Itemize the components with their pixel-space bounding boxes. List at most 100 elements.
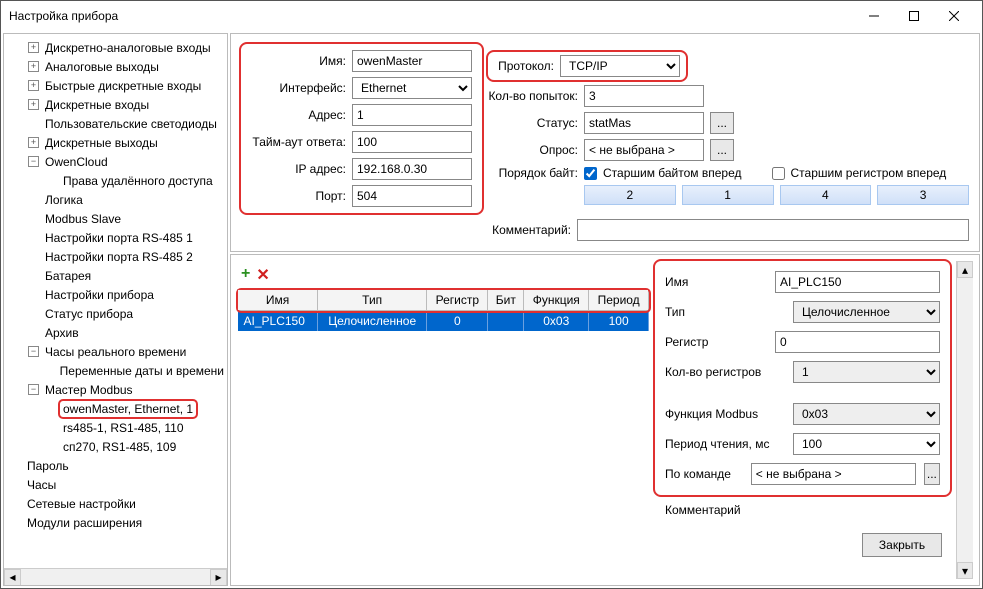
th-period[interactable]: Период bbox=[589, 290, 649, 311]
tree-item-label: Часы bbox=[24, 477, 59, 493]
tree-item[interactable]: Архив bbox=[4, 323, 227, 342]
th-name[interactable]: Имя bbox=[238, 290, 318, 311]
tree-item[interactable]: −Часы реального времени bbox=[4, 342, 227, 361]
tree-item-label: Пользовательские светодиоды bbox=[42, 116, 220, 132]
msr-checkbox[interactable] bbox=[772, 167, 785, 180]
tree-item[interactable]: +Дискретные выходы bbox=[4, 133, 227, 152]
collapse-icon[interactable]: − bbox=[28, 346, 39, 357]
expand-icon[interactable]: + bbox=[28, 42, 39, 53]
registers-table[interactable]: Имя Тип Регистр Бит Функция Период AI_PL… bbox=[237, 289, 649, 331]
d-regcnt-select[interactable]: 1 bbox=[793, 361, 940, 383]
tree-item-label: Аналоговые выходы bbox=[42, 59, 162, 75]
d-period-select[interactable]: 100 bbox=[793, 433, 940, 455]
scroll-right-icon[interactable]: ▸ bbox=[210, 569, 227, 586]
d-reg-input[interactable] bbox=[775, 331, 940, 353]
tree-item[interactable]: Статус прибора bbox=[4, 304, 227, 323]
window-title: Настройка прибора bbox=[9, 9, 854, 23]
tree-item-label: Модули расширения bbox=[24, 515, 145, 531]
tree-item[interactable]: −OwenCloud bbox=[4, 152, 227, 171]
ip-input[interactable] bbox=[352, 158, 472, 180]
tree-item[interactable]: Пользовательские светодиоды bbox=[4, 114, 227, 133]
timeout-input[interactable] bbox=[352, 131, 472, 153]
collapse-icon[interactable]: − bbox=[28, 384, 39, 395]
th-func[interactable]: Функция bbox=[524, 290, 589, 311]
tree-item[interactable]: Переменные даты и времени bbox=[4, 361, 227, 380]
d-cmd-input[interactable] bbox=[751, 463, 916, 485]
d-cmd-browse-button[interactable]: ... bbox=[924, 463, 940, 485]
th-bit[interactable]: Бит bbox=[488, 290, 524, 311]
register-detail-form: Имя ТипЦелочисленное Регистр Кол-во реги… bbox=[655, 261, 950, 495]
comment-input[interactable] bbox=[577, 219, 969, 241]
name-label: Имя: bbox=[251, 54, 346, 68]
tree-item-label: Сетевые настройки bbox=[24, 496, 139, 512]
status-browse-button[interactable]: ... bbox=[710, 112, 734, 134]
byte-seg-4[interactable]: 4 bbox=[780, 185, 872, 205]
tree-item[interactable]: сп270, RS1-485, 109 bbox=[4, 437, 227, 456]
tree-item[interactable]: Модули расширения bbox=[4, 513, 227, 532]
tree-item-label: Настройки порта RS-485 2 bbox=[42, 249, 196, 265]
tree-item[interactable]: Настройки прибора bbox=[4, 285, 227, 304]
table-row[interactable]: AI_PLC150 Целочисленное 0 0x03 100 bbox=[238, 311, 649, 332]
tree-item-label: Дискретные входы bbox=[42, 97, 152, 113]
tree-item[interactable]: +Дискретные входы bbox=[4, 95, 227, 114]
th-reg[interactable]: Регистр bbox=[427, 290, 488, 311]
collapse-icon[interactable]: − bbox=[28, 156, 39, 167]
tree-item[interactable]: −Мастер Modbus bbox=[4, 380, 227, 399]
maximize-button[interactable] bbox=[894, 1, 934, 31]
poll-label: Опрос: bbox=[488, 143, 578, 157]
tree-item[interactable]: Modbus Slave bbox=[4, 209, 227, 228]
expand-icon[interactable]: + bbox=[28, 137, 39, 148]
tree-item[interactable]: Настройки порта RS-485 2 bbox=[4, 247, 227, 266]
minimize-button[interactable] bbox=[854, 1, 894, 31]
tree-item-label: Пароль bbox=[24, 458, 72, 474]
expand-icon[interactable]: + bbox=[28, 61, 39, 72]
close-button[interactable]: Закрыть bbox=[862, 533, 942, 557]
add-row-icon[interactable]: + bbox=[241, 265, 250, 285]
tree-item[interactable]: +Быстрые дискретные входы bbox=[4, 76, 227, 95]
delete-row-icon[interactable]: ✕ bbox=[256, 265, 269, 285]
tree-item[interactable]: Пароль bbox=[4, 456, 227, 475]
address-input[interactable] bbox=[352, 104, 472, 126]
tree-h-scrollbar[interactable]: ◂ ▸ bbox=[4, 568, 227, 585]
retry-label: Кол-во попыток: bbox=[488, 89, 578, 103]
tree-item[interactable]: Настройки порта RS-485 1 bbox=[4, 228, 227, 247]
tree-item[interactable]: Батарея bbox=[4, 266, 227, 285]
expand-icon[interactable]: + bbox=[28, 99, 39, 110]
tree-item[interactable]: Сетевые настройки bbox=[4, 494, 227, 513]
tree-item[interactable]: rs485-1, RS1-485, 110 bbox=[4, 418, 227, 437]
scroll-up-icon[interactable]: ▴ bbox=[957, 261, 973, 278]
d-func-select[interactable]: 0x03 bbox=[793, 403, 940, 425]
close-window-button[interactable] bbox=[934, 1, 974, 31]
scroll-left-icon[interactable]: ◂ bbox=[4, 569, 21, 586]
status-label: Статус: bbox=[488, 116, 578, 130]
th-type[interactable]: Тип bbox=[318, 290, 427, 311]
expand-icon[interactable]: + bbox=[28, 80, 39, 91]
msb-checkbox[interactable] bbox=[584, 167, 597, 180]
tree-item[interactable]: Логика bbox=[4, 190, 227, 209]
detail-v-scrollbar[interactable]: ▴ ▾ bbox=[956, 261, 973, 579]
tree-item[interactable]: Часы bbox=[4, 475, 227, 494]
d-regcnt-label: Кол-во регистров bbox=[665, 365, 785, 379]
name-input[interactable] bbox=[352, 50, 472, 72]
scroll-down-icon[interactable]: ▾ bbox=[957, 562, 973, 579]
tree-item[interactable]: +Дискретно-аналоговые входы bbox=[4, 38, 227, 57]
byte-seg-3[interactable]: 3 bbox=[877, 185, 969, 205]
retry-input[interactable] bbox=[584, 85, 704, 107]
d-type-select[interactable]: Целочисленное bbox=[793, 301, 940, 323]
ip-label: IP адрес: bbox=[251, 162, 346, 176]
d-name-input[interactable] bbox=[775, 271, 940, 293]
interface-select[interactable]: Ethernet bbox=[352, 77, 472, 99]
tree-item[interactable]: Права удалённого доступа bbox=[4, 171, 227, 190]
port-input[interactable] bbox=[352, 185, 472, 207]
tree[interactable]: +Дискретно-аналоговые входы+Аналоговые в… bbox=[4, 34, 227, 568]
protocol-select[interactable]: TCP/IP bbox=[560, 55, 680, 77]
poll-input[interactable] bbox=[584, 139, 704, 161]
status-input[interactable] bbox=[584, 112, 704, 134]
poll-browse-button[interactable]: ... bbox=[710, 139, 734, 161]
tree-item[interactable]: +Аналоговые выходы bbox=[4, 57, 227, 76]
byte-seg-2[interactable]: 2 bbox=[584, 185, 676, 205]
d-comment-label: Комментарий bbox=[665, 503, 785, 517]
tree-item[interactable]: owenMaster, Ethernet, 1 bbox=[4, 399, 227, 418]
tree-item-label: Быстрые дискретные входы bbox=[42, 78, 204, 94]
byte-seg-1[interactable]: 1 bbox=[682, 185, 774, 205]
